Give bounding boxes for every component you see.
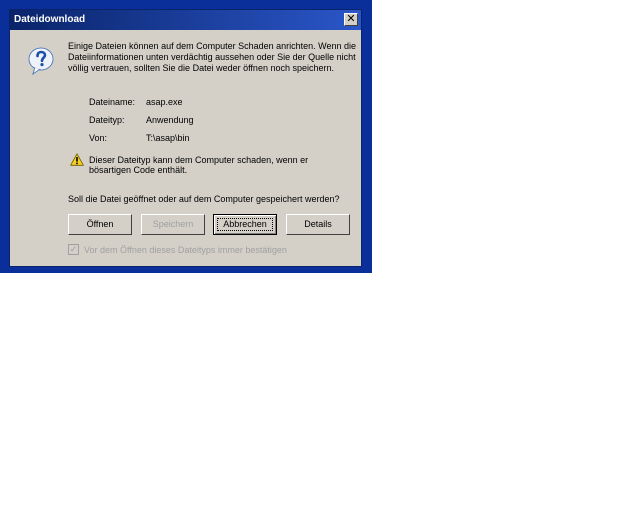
details-button[interactable]: Details [286, 214, 350, 235]
warning-text: Dieser Dateityp kann dem Computer schade… [89, 155, 309, 175]
always-confirm-checkbox[interactable]: ✓ [68, 244, 79, 255]
focus-rectangle [217, 218, 273, 231]
file-name-value: asap.exe [146, 97, 183, 107]
save-button-label: Speichern [152, 219, 194, 229]
save-button[interactable]: Speichern [141, 214, 205, 235]
question-text: Soll die Datei geöffnet oder auf dem Com… [68, 194, 340, 204]
file-name-label: Dateiname: [89, 97, 136, 107]
close-button[interactable]: ✕ [344, 13, 358, 26]
file-source-value: T:\asap\bin [146, 133, 190, 143]
window-title: Dateidownload [14, 14, 86, 25]
open-button[interactable]: Öffnen [68, 214, 132, 235]
warning-icon [70, 153, 84, 166]
file-type-label: Dateityp: [89, 115, 125, 125]
cancel-button[interactable]: Abbrechen [213, 214, 277, 235]
always-confirm-label: Vor dem Öffnen dieses Dateityps immer be… [84, 245, 287, 255]
details-button-label: Details [304, 219, 332, 229]
intro-text: Einige Dateien können auf dem Computer S… [68, 41, 357, 73]
title-bar[interactable]: Dateidownload ✕ [10, 10, 361, 30]
close-icon: ✕ [346, 12, 356, 25]
checkmark-icon: ✓ [69, 244, 78, 254]
question-icon [28, 47, 54, 75]
open-button-label: Öffnen [86, 219, 114, 229]
file-type-value: Anwendung [146, 115, 194, 125]
file-download-dialog: Dateidownload ✕ Einige Dateien können au… [9, 9, 362, 267]
file-source-label: Von: [89, 133, 108, 143]
